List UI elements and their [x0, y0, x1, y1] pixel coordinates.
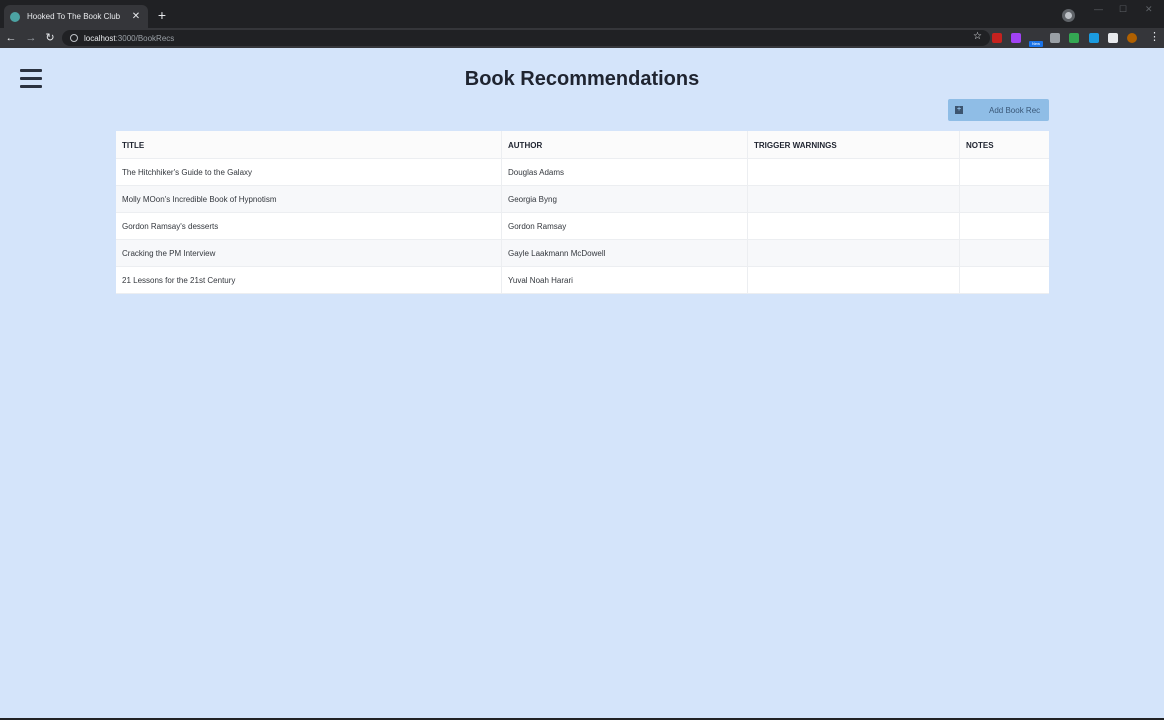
add-square-icon: +	[955, 106, 963, 114]
favicon-icon	[10, 11, 20, 22]
add-book-rec-button[interactable]: + Add Book Rec	[948, 99, 1049, 121]
tab-close-icon[interactable]: ✕	[130, 11, 142, 22]
table-row[interactable]: Molly MOon's Incredible Book of Hypnotis…	[116, 186, 1049, 213]
book-author-cell: Douglas Adams	[502, 159, 748, 185]
table-row[interactable]: Gordon Ramsay's desserts Gordon Ramsay	[116, 213, 1049, 240]
url-host: localhost	[84, 33, 116, 43]
maximize-icon[interactable]: ☐	[1119, 4, 1127, 15]
book-author-cell: Gayle Laakmann McDowell	[502, 240, 748, 266]
book-notes-cell	[960, 267, 1049, 293]
back-arrow-icon[interactable]: ←	[3, 30, 19, 46]
browser-tab[interactable]: Hooked To The Book Club ✕	[4, 5, 148, 28]
column-header-author[interactable]: AUTHOR	[502, 131, 748, 158]
reload-icon[interactable]: ↻	[42, 30, 58, 46]
book-notes-cell	[960, 240, 1049, 266]
table-row[interactable]: The Hitchhiker's Guide to the Galaxy Dou…	[116, 159, 1049, 186]
forward-arrow-icon[interactable]: →	[23, 30, 39, 46]
book-notes-cell	[960, 213, 1049, 239]
star-icon[interactable]: ☆	[973, 31, 982, 42]
address-bar[interactable]: localhost :3000/BookRecs ☆	[62, 30, 990, 46]
add-book-rec-label: Add Book Rec	[989, 105, 1041, 115]
column-header-trigger-warnings[interactable]: TRIGGER WARNINGS	[748, 131, 960, 158]
page-content: Book Recommendations + Add Book Rec TITL…	[0, 48, 1164, 718]
extension-icon[interactable]	[1089, 33, 1099, 43]
book-title-cell: 21 Lessons for the 21st Century	[116, 267, 502, 293]
minimize-icon[interactable]: —	[1094, 4, 1103, 14]
browser-tabstrip: Hooked To The Book Club ✕ + — ☐ ✕	[0, 0, 1164, 28]
column-header-title[interactable]: TITLE	[116, 131, 502, 158]
avatar-icon[interactable]	[1127, 33, 1137, 43]
browser-toolbar: ← → ↻ localhost :3000/BookRecs ☆ New ⋮	[0, 28, 1164, 48]
book-notes-cell	[960, 186, 1049, 212]
book-recs-table: TITLE AUTHOR TRIGGER WARNINGS NOTES The …	[116, 131, 1049, 294]
mute-icon[interactable]	[1050, 33, 1060, 43]
extension-icon[interactable]	[1069, 33, 1079, 43]
book-trigger-warnings-cell	[748, 159, 960, 185]
book-trigger-warnings-cell	[748, 186, 960, 212]
window-close-icon[interactable]: ✕	[1145, 4, 1153, 15]
book-author-cell: Gordon Ramsay	[502, 213, 748, 239]
url-path: :3000/BookRecs	[115, 33, 175, 43]
extension-badge: New	[1029, 41, 1043, 47]
extension-icon[interactable]	[1011, 33, 1021, 43]
book-title-cell: Gordon Ramsay's desserts	[116, 213, 502, 239]
page-title: Book Recommendations	[464, 68, 700, 90]
book-author-cell: Yuval Noah Harari	[502, 267, 748, 293]
book-title-cell: Molly MOon's Incredible Book of Hypnotis…	[116, 186, 502, 212]
book-trigger-warnings-cell	[748, 240, 960, 266]
info-icon[interactable]	[70, 34, 78, 42]
book-author-cell: Georgia Byng	[502, 186, 748, 212]
book-notes-cell	[960, 159, 1049, 185]
column-header-notes[interactable]: NOTES	[960, 131, 1049, 158]
table-row[interactable]: Cracking the PM Interview Gayle Laakmann…	[116, 240, 1049, 267]
tab-title: Hooked To The Book Club	[27, 12, 121, 21]
new-tab-button[interactable]: +	[154, 8, 170, 24]
table-header-row: TITLE AUTHOR TRIGGER WARNINGS NOTES	[116, 131, 1049, 159]
extension-icon[interactable]	[992, 33, 1002, 43]
profile-icon[interactable]	[1062, 9, 1075, 22]
book-trigger-warnings-cell	[748, 267, 960, 293]
book-title-cell: The Hitchhiker's Guide to the Galaxy	[116, 159, 502, 185]
puzzle-icon[interactable]	[1108, 33, 1118, 43]
table-row[interactable]: 21 Lessons for the 21st Century Yuval No…	[116, 267, 1049, 294]
kebab-menu-icon[interactable]: ⋮	[1149, 30, 1160, 43]
book-title-cell: Cracking the PM Interview	[116, 240, 502, 266]
book-trigger-warnings-cell	[748, 213, 960, 239]
